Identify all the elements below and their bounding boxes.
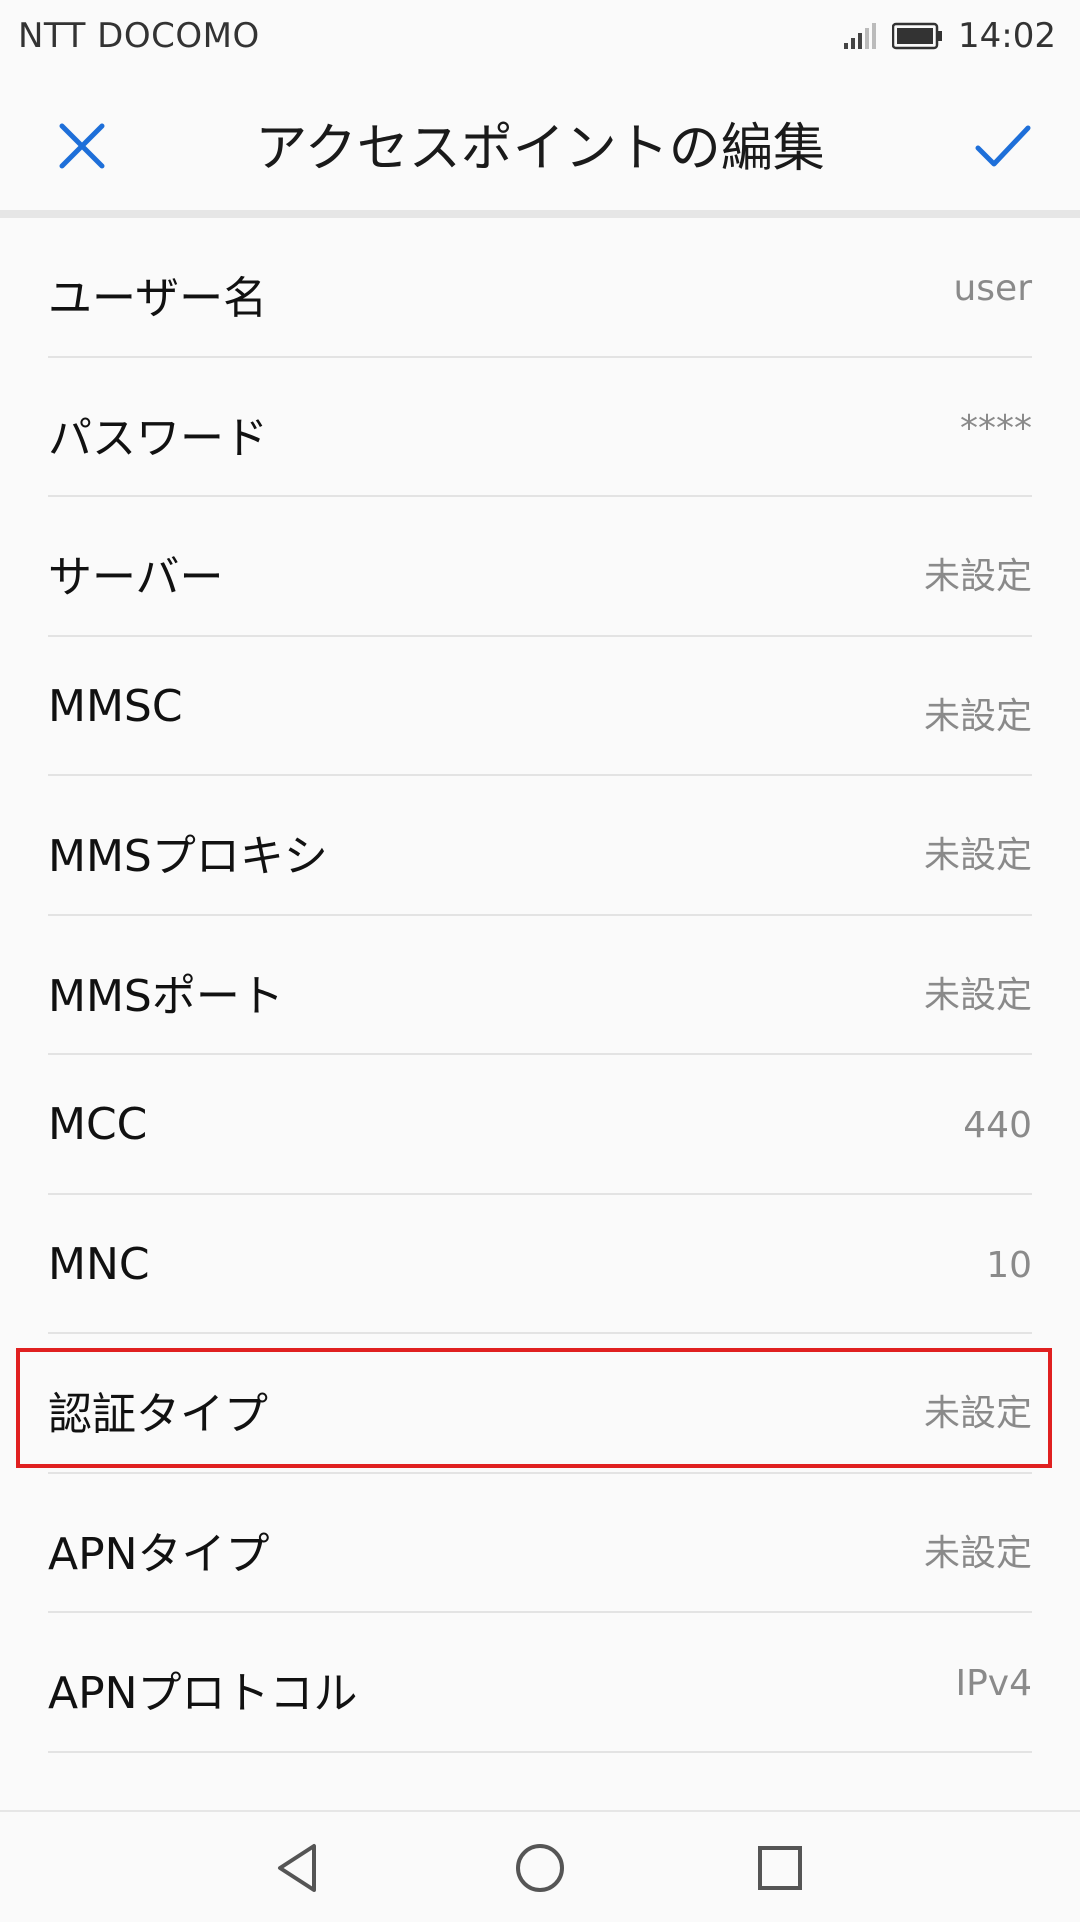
setting-value: 未設定 [923,1532,1032,1574]
setting-label: MMSプロキシ [48,831,328,882]
setting-label: サーバー [48,552,224,603]
setting-row-apn-type[interactable]: APNタイプ 未設定 [48,1474,1032,1613]
setting-row-mms-proxy[interactable]: MMSプロキシ 未設定 [48,776,1032,916]
setting-value: 10 [986,1244,1032,1286]
setting-value: IPv4 [955,1663,1032,1704]
setting-row-mmsc[interactable]: MMSC 未設定 [48,637,1032,776]
header-divider [0,210,1080,218]
setting-label: MNC [48,1238,150,1290]
system-nav-bar [0,1810,1080,1922]
highlight-box [16,1348,1052,1468]
app-bar: アクセスポイントの編集 [0,76,1080,210]
setting-label: APNプロトコル [48,1668,358,1719]
setting-value: **** [960,407,1032,449]
back-triangle-icon[interactable] [270,1838,330,1898]
setting-label: ユーザー名 [48,273,268,324]
setting-row-mcc[interactable]: MCC 440 [48,1055,1032,1195]
setting-label: パスワード [48,412,268,464]
home-circle-icon[interactable] [510,1838,570,1898]
apn-settings-list: ユーザー名 user パスワード **** サーバー 未設定 MMSC 未設定 … [0,218,1080,1753]
setting-value: 未設定 [923,974,1032,1016]
recents-square-icon[interactable] [750,1838,810,1898]
carrier-name: NTT DOCOMO [18,16,260,56]
setting-label: MMSC [48,680,183,732]
setting-label: MMSポート [48,970,284,1022]
setting-label: APNタイプ [48,1528,270,1580]
setting-row-mnc[interactable]: MNC 10 [48,1195,1032,1334]
setting-value: user [953,268,1032,309]
signal-icon [844,23,877,49]
setting-row-mms-port[interactable]: MMSポート 未設定 [48,916,1032,1055]
status-icons: 14:02 [842,14,1056,58]
setting-row-password[interactable]: パスワード **** [48,358,1032,497]
check-icon[interactable] [972,116,1032,176]
status-bar: NTT DOCOMO 14:02 [0,0,1080,76]
setting-row-username[interactable]: ユーザー名 user [48,218,1032,358]
clock: 14:02 [958,16,1056,56]
setting-row-apn-protocol[interactable]: APNプロトコル IPv4 [48,1613,1032,1753]
setting-value: 未設定 [923,556,1032,597]
setting-label: MCC [48,1099,148,1150]
page-title: アクセスポイントの編集 [255,119,825,179]
setting-value: 未設定 [923,695,1032,737]
setting-row-server[interactable]: サーバー 未設定 [48,497,1032,637]
setting-value: 未設定 [923,835,1032,876]
setting-value: 440 [963,1105,1032,1146]
battery-icon [892,22,943,50]
